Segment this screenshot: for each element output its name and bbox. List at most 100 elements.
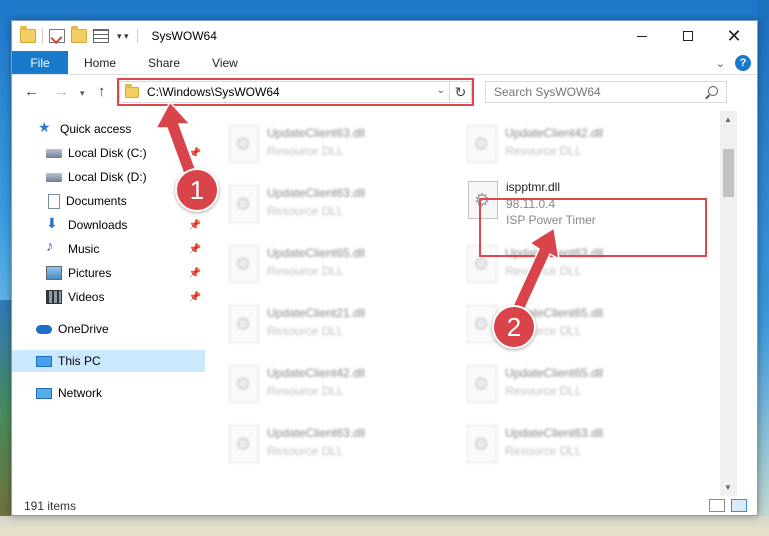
file-item[interactable]: UpdateClient65.dll Resource DLL	[215, 237, 445, 293]
tab-view[interactable]: View	[196, 51, 254, 74]
scrollbar-thumb[interactable]	[723, 149, 734, 197]
help-icon[interactable]: ?	[735, 55, 751, 71]
dll-file-icon	[229, 185, 259, 223]
file-item[interactable]: UpdateClient42.dll Resource DLL	[453, 117, 683, 173]
vertical-scrollbar[interactable]: ▲ ▼	[720, 111, 737, 496]
window-controls: ✕	[619, 21, 757, 51]
close-icon: ✕	[726, 26, 742, 46]
search-icon[interactable]	[708, 86, 718, 96]
forward-arrow-icon[interactable]: →	[54, 83, 69, 100]
file-item[interactable]: UpdateClient21.dll Resource DLL	[215, 297, 445, 353]
file-item[interactable]: UpdateClient63.dll Resource DLL	[453, 417, 683, 473]
file-description: Resource DLL	[505, 264, 582, 278]
sidebar-item-pictures[interactable]: Pictures 📌	[12, 262, 205, 284]
expand-ribbon-chevron-icon[interactable]: ⌄	[716, 57, 725, 70]
file-item[interactable]: UpdateClient42.dll Resource DLL	[215, 357, 445, 413]
file-description: Resource DLL	[267, 204, 344, 218]
sidebar-item-label: Documents	[66, 194, 127, 208]
sidebar-item-this-pc[interactable]: This PC	[12, 350, 205, 372]
sidebar-item-label: Quick access	[60, 122, 132, 136]
pictures-icon	[46, 266, 62, 280]
file-description: Resource DLL	[505, 444, 582, 458]
file-name: UpdateClient63.dll	[505, 426, 604, 440]
ribbon-right-controls: ⌄ ?	[716, 55, 751, 71]
file-description: Resource DLL	[505, 384, 582, 398]
pin-icon[interactable]: 📌	[189, 268, 201, 279]
pin-icon[interactable]: 📌	[189, 148, 201, 159]
search-input[interactable]	[494, 85, 694, 99]
scroll-up-arrow-icon[interactable]: ▲	[724, 115, 732, 124]
properties-icon[interactable]	[49, 29, 65, 43]
file-name: UpdateClient63.dll	[267, 126, 366, 140]
file-item[interactable]: UpdateClient63.dll Resource DLL	[215, 177, 445, 233]
item-count: 191 items	[24, 499, 77, 513]
file-name: UpdateClient42.dll	[267, 366, 366, 380]
file-item[interactable]: UpdateClient65.dll Resource DLL	[453, 297, 683, 353]
details-view-icon[interactable]	[709, 499, 725, 512]
file-description: Resource DLL	[505, 144, 582, 158]
window-title: SysWOW64	[151, 29, 217, 43]
new-folder-icon[interactable]	[71, 26, 87, 43]
scroll-down-arrow-icon[interactable]: ▼	[724, 483, 732, 492]
cloud-icon	[36, 324, 52, 334]
sidebar-item-label: Videos	[68, 290, 105, 304]
desktop-background-bottom	[0, 516, 769, 536]
customize-toolbar-chevron-icon[interactable]: ▾ ▾	[117, 31, 129, 42]
sidebar-item-downloads[interactable]: Downloads 📌	[12, 214, 205, 236]
pin-icon[interactable]: 📌	[189, 244, 201, 255]
file-explorer-window: ▾ ▾ SysWOW64 ✕ File Home Share View ⌄ ? …	[11, 20, 758, 516]
file-name: ispptmr.dll	[506, 180, 561, 194]
sidebar-item-videos[interactable]: Videos 📌	[12, 286, 205, 308]
folder-icon	[20, 26, 36, 43]
file-name: UpdateClient65.dll	[505, 366, 604, 380]
status-bar: 191 items	[12, 496, 757, 516]
dll-file-icon	[229, 245, 259, 283]
navigation-bar: ← → ▾ ↑ C:\Windows\SysWOW64 ⌄ ↻	[12, 76, 757, 110]
tiles-view-icon[interactable]	[731, 499, 747, 512]
sidebar-item-onedrive[interactable]: OneDrive	[12, 318, 205, 340]
pin-icon[interactable]: 📌	[189, 220, 201, 231]
music-icon	[46, 238, 62, 256]
view-icon[interactable]	[93, 29, 109, 43]
sidebar-item-label: Music	[68, 242, 100, 256]
maximize-button[interactable]	[665, 21, 711, 51]
sidebar-item-label: Network	[58, 386, 103, 400]
file-item[interactable]: UpdateClient63.dll Resource DLL	[215, 117, 445, 173]
title-bar: ▾ ▾ SysWOW64 ✕	[12, 21, 757, 51]
quick-access-toolbar: ▾ ▾	[20, 26, 137, 43]
tab-home[interactable]: Home	[68, 51, 132, 74]
dll-file-icon	[229, 125, 259, 163]
star-icon	[38, 119, 54, 136]
sidebar-item-label: Pictures	[68, 266, 112, 280]
sidebar-item-music[interactable]: Music 📌	[12, 238, 205, 260]
navigation-pane: Quick access Local Disk (C:) 📌 Local Dis…	[12, 111, 205, 496]
sidebar-item-network[interactable]: Network	[12, 382, 205, 404]
videos-icon	[46, 290, 62, 304]
tab-share[interactable]: Share	[132, 51, 196, 74]
search-box[interactable]	[485, 81, 727, 103]
disk-icon	[46, 148, 62, 158]
dll-file-icon	[229, 425, 259, 463]
sidebar-item-label: Local Disk (D:)	[68, 170, 147, 184]
dll-file-icon	[467, 425, 497, 463]
up-arrow-icon[interactable]: ↑	[98, 83, 106, 100]
minimize-button[interactable]	[619, 21, 665, 51]
file-item[interactable]: UpdateClient65.dll Resource DLL	[453, 357, 683, 413]
back-arrow-icon[interactable]: ←	[24, 83, 39, 100]
dll-file-icon	[467, 125, 497, 163]
recent-locations-chevron-icon[interactable]: ▾	[80, 88, 85, 99]
disk-icon	[46, 172, 62, 182]
tab-file[interactable]: File	[12, 51, 68, 74]
dll-file-icon	[229, 365, 259, 403]
maximize-icon	[683, 31, 693, 41]
sidebar-item-local-disk-c[interactable]: Local Disk (C:) 📌	[12, 142, 205, 164]
dll-file-icon	[467, 365, 497, 403]
sidebar-item-quick-access[interactable]: Quick access	[12, 118, 205, 140]
sidebar-item-label: OneDrive	[58, 322, 109, 336]
file-description: Resource DLL	[267, 444, 344, 458]
close-button[interactable]: ✕	[711, 21, 757, 51]
file-description: Resource DLL	[267, 264, 344, 278]
file-item[interactable]: UpdateClient63.dll Resource DLL	[215, 417, 445, 473]
download-icon	[46, 215, 62, 232]
pin-icon[interactable]: 📌	[189, 292, 201, 303]
